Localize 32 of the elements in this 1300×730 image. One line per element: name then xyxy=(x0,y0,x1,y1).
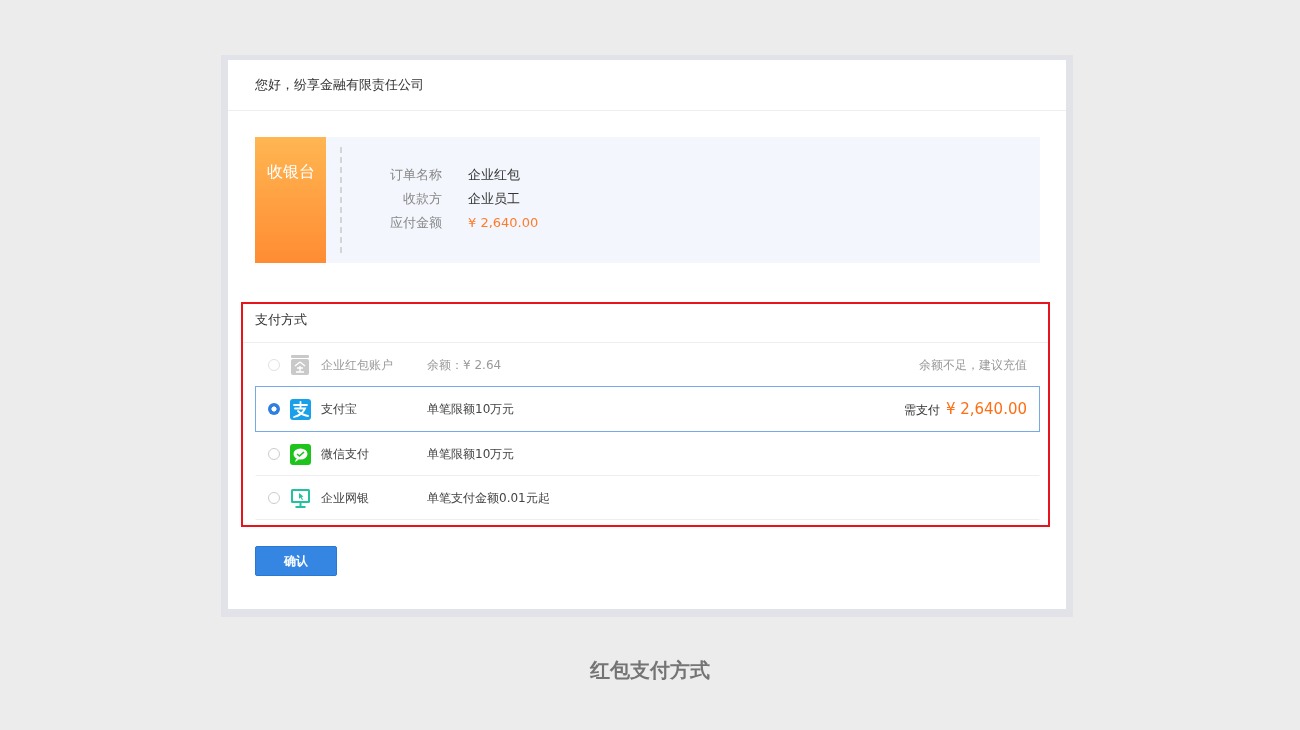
method-name: 支付宝 xyxy=(321,400,358,418)
method-limit: 余额：¥ 2.64 xyxy=(427,356,503,374)
monitor-icon xyxy=(290,487,311,509)
method-name: 微信支付 xyxy=(321,445,370,463)
chat-bubble-icon xyxy=(290,443,311,465)
field-label: 订单名称 xyxy=(389,166,442,184)
caption-text: 红包支付方式 xyxy=(590,658,710,682)
radio-button[interactable] xyxy=(268,448,280,460)
method-limit: 单笔支付金额0.01元起 xyxy=(427,489,551,507)
container-icon xyxy=(290,354,310,376)
field-value: 企业红包 xyxy=(468,166,521,184)
cashier-label: 收银台 xyxy=(255,137,326,263)
field-label: 应付金额 xyxy=(389,214,442,232)
greeting-text: 您好，纷享金融有限责任公司 xyxy=(255,77,424,92)
method-limit: 单笔限额10万元 xyxy=(427,400,516,418)
radio-button[interactable] xyxy=(268,403,280,415)
balance-note: 余额不足，建议充值 xyxy=(919,356,1027,374)
pay-label: 需支付 xyxy=(903,401,940,419)
pay-amount: ¥ 2,640.00 xyxy=(945,399,1027,418)
payment-option[interactable]: 微信支付 单笔限额10万元 xyxy=(255,432,1040,476)
field-value: 企业员工 xyxy=(468,190,521,208)
payment-option[interactable]: 企业网银 单笔支付金额0.01元起 xyxy=(255,476,1040,520)
field-value: ¥ 2,640.00 xyxy=(468,214,539,232)
radio-button[interactable] xyxy=(268,492,280,504)
method-name: 企业网银 xyxy=(321,489,370,507)
section-title: 支付方式 xyxy=(255,312,307,327)
alipay-icon xyxy=(290,398,311,420)
method-name: 企业红包账户 xyxy=(321,356,394,374)
payment-option[interactable]: 支付宝 单笔限额10万元 需支付 ¥ 2,640.00 xyxy=(255,386,1040,432)
field-label: 收款方 xyxy=(402,190,442,208)
method-limit: 单笔限额10万元 xyxy=(427,445,516,463)
confirm-button[interactable]: 确认 xyxy=(255,546,337,576)
